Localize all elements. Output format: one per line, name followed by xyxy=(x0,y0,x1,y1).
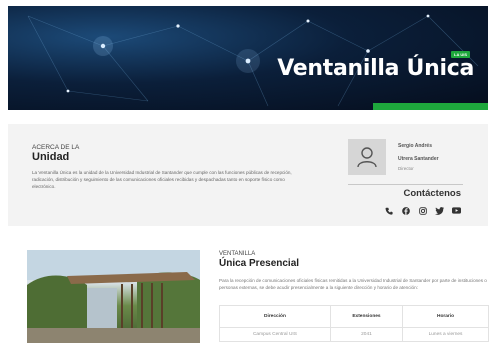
user-icon xyxy=(357,147,377,168)
table-header-row: Dirección Extensiones Horario xyxy=(219,305,489,328)
presencial-kicker: VENTANILLA xyxy=(219,251,256,257)
youtube-icon[interactable] xyxy=(452,206,461,215)
table-row: Campus Central UIS 2041 Lunes a viernes xyxy=(219,327,489,342)
column-header-extensiones: Extensiones xyxy=(329,305,404,328)
building-image xyxy=(27,250,200,343)
column-header-direccion: Dirección xyxy=(219,305,331,328)
phone-icon[interactable] xyxy=(384,206,393,215)
director-name-line2: Utrera Santander xyxy=(398,156,439,162)
column-header-horario: Horario xyxy=(402,305,489,328)
presencial-title: Única Presencial xyxy=(219,258,300,269)
presencial-description: Para la recepción de comunicaciones ofic… xyxy=(219,278,487,290)
social-links xyxy=(384,206,461,215)
twitter-icon[interactable] xyxy=(435,206,444,215)
table-cell: 2041 xyxy=(329,327,404,342)
hero-banner: LA UIS Ventanilla Única xyxy=(8,6,488,110)
about-section: ACERCA DE LA Unidad La Ventanilla Única … xyxy=(8,124,488,226)
building-photo xyxy=(27,250,200,343)
table-cell: Lunes a viernes xyxy=(402,327,489,342)
hero-accent-bar xyxy=(373,103,488,110)
about-description: La Ventanilla Única es la unidad de la U… xyxy=(32,170,292,189)
director-role: Director xyxy=(398,166,414,171)
instagram-icon[interactable] xyxy=(418,206,427,215)
about-title: Unidad xyxy=(32,151,70,163)
divider xyxy=(348,184,463,185)
contact-title: Contáctenos xyxy=(403,188,461,199)
avatar xyxy=(348,139,386,175)
schedule-table: Dirección Extensiones Horario Campus Cen… xyxy=(219,305,489,342)
facebook-icon[interactable] xyxy=(401,206,410,215)
page-title: Ventanilla Única xyxy=(277,56,474,81)
director-name-line1: Sergio Andrés xyxy=(398,143,432,149)
about-kicker: ACERCA DE LA xyxy=(32,144,80,151)
table-cell: Campus Central UIS xyxy=(219,327,331,342)
director-name: Sergio Andrés Utrera Santander xyxy=(398,140,478,166)
